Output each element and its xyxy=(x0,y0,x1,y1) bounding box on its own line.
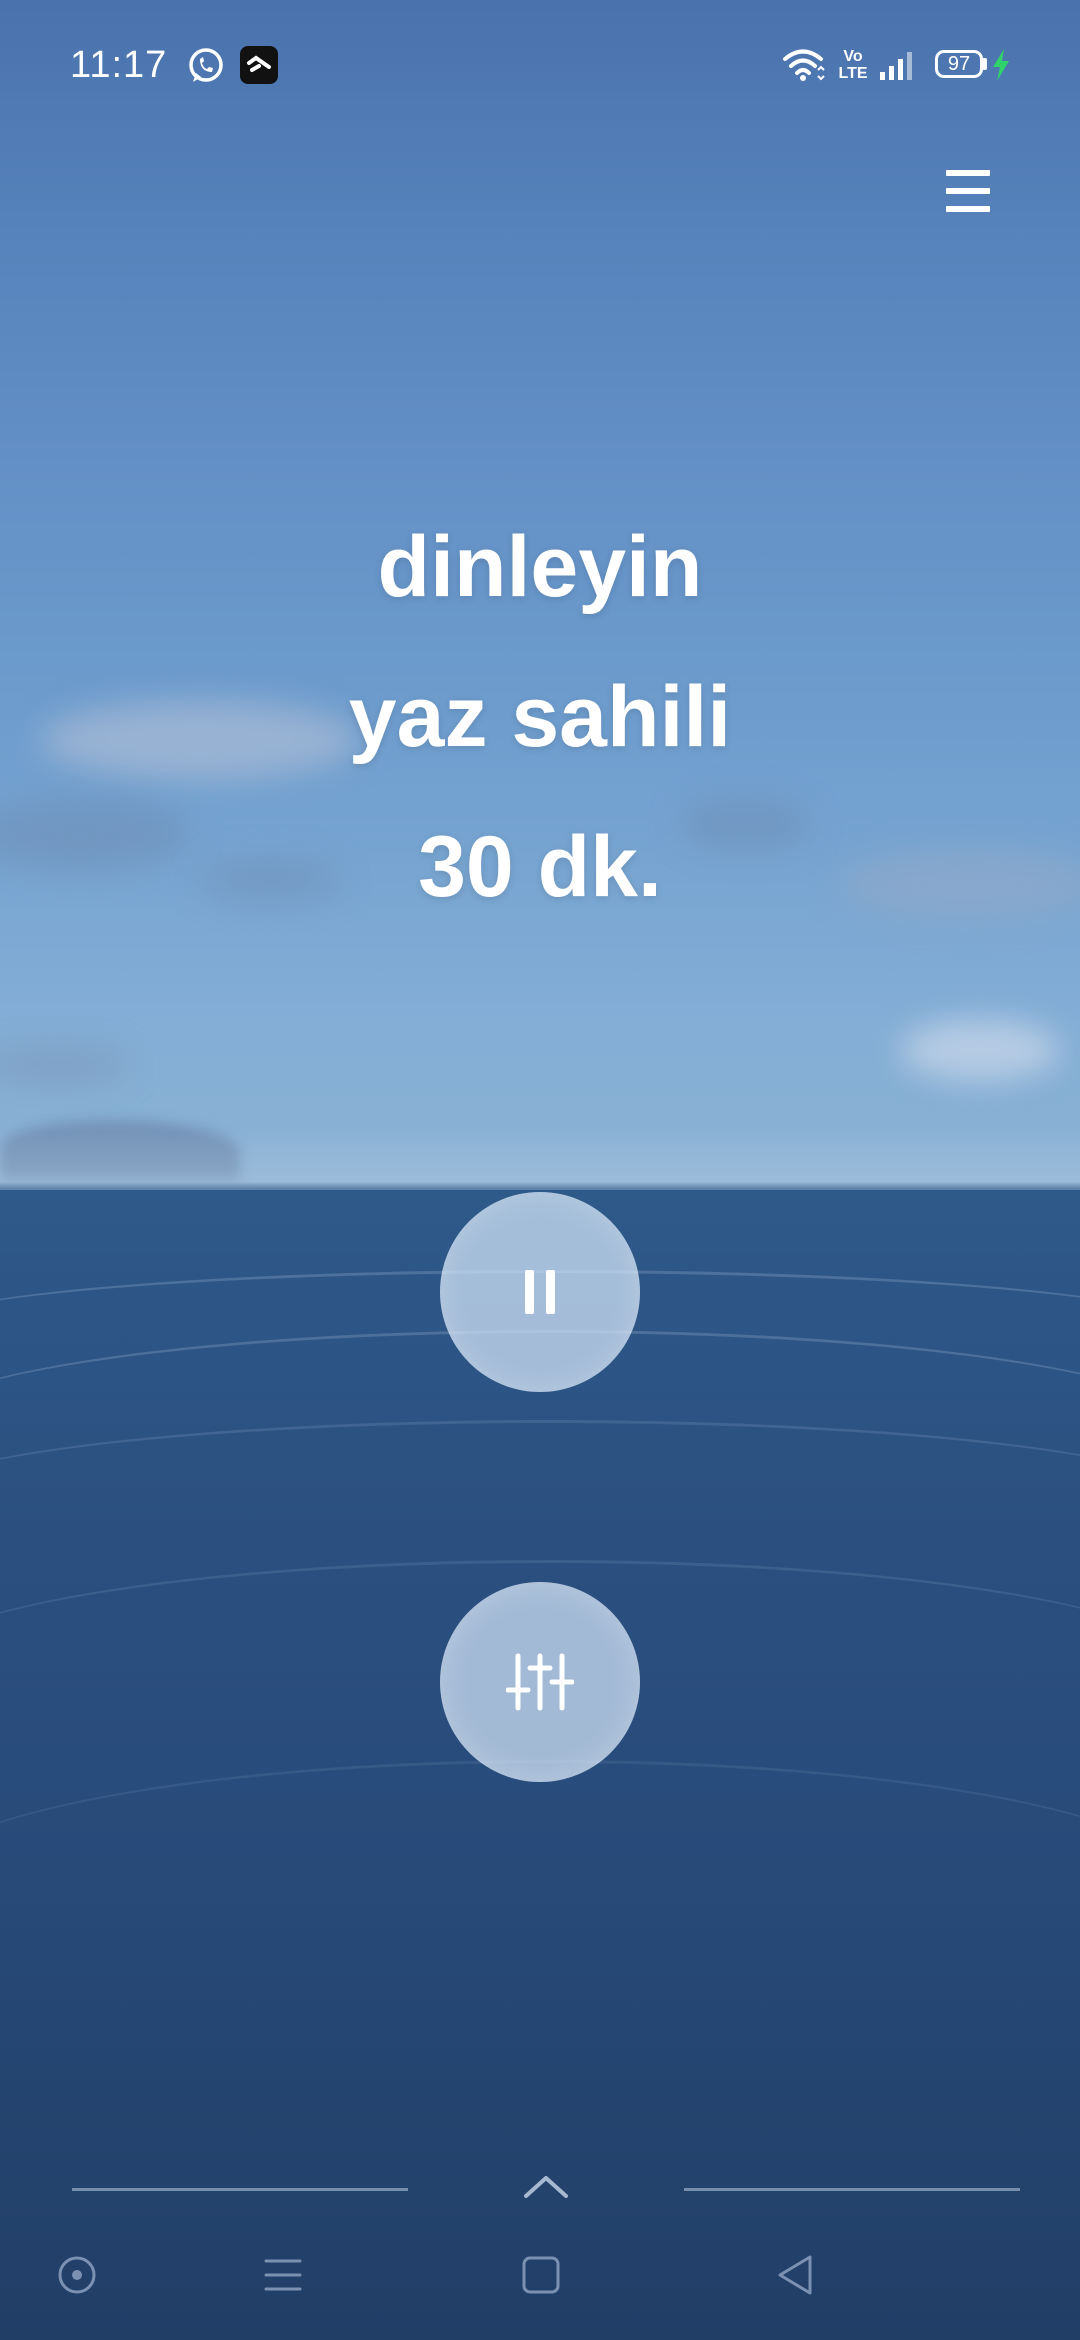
pause-icon xyxy=(525,1270,555,1314)
app-notification-icon xyxy=(240,46,278,84)
whatsapp-icon xyxy=(189,48,223,82)
menu-lines-icon[interactable] xyxy=(262,2256,304,2294)
battery-icon: 97 xyxy=(935,50,983,78)
title-line-1: dinleyin xyxy=(377,519,703,615)
menu-line xyxy=(946,206,990,212)
wave xyxy=(0,1420,1080,1583)
hamburger-menu-icon[interactable] xyxy=(946,170,998,216)
cloud xyxy=(900,1020,1060,1080)
sliders-icon xyxy=(506,1653,574,1711)
menu-line xyxy=(946,188,990,194)
wave xyxy=(0,1760,1080,2023)
title-line-2: yaz sahili xyxy=(348,669,732,765)
nav-divider-right xyxy=(684,2188,1020,2191)
menu-line xyxy=(946,170,990,176)
wifi-icon xyxy=(783,49,825,81)
status-bar: 11:17 Vo LTE 97 xyxy=(0,0,1080,130)
nav-divider-left xyxy=(72,2188,408,2191)
assistant-circle-icon[interactable] xyxy=(56,2254,98,2296)
horizon xyxy=(0,1130,1080,1190)
duration-label: 30 dk. xyxy=(418,819,662,915)
chevron-up-icon[interactable] xyxy=(522,2172,570,2202)
signal-icon xyxy=(880,52,912,80)
charging-icon xyxy=(993,49,1009,81)
cloud xyxy=(0,1045,130,1085)
volte-label-top: Vo xyxy=(843,48,863,65)
pause-button[interactable] xyxy=(440,1192,640,1392)
volte-icon: Vo LTE xyxy=(838,48,868,82)
back-triangle-icon[interactable] xyxy=(774,2252,816,2298)
home-square-icon[interactable] xyxy=(520,2254,562,2296)
battery-tip xyxy=(983,58,987,70)
player-screen: 11:17 Vo LTE 97 dinleyin yaz sahili 30 d… xyxy=(0,0,1080,2340)
volte-label-bottom: LTE xyxy=(838,65,868,82)
status-time: 11:17 xyxy=(70,44,168,86)
mixer-button[interactable] xyxy=(440,1582,640,1782)
